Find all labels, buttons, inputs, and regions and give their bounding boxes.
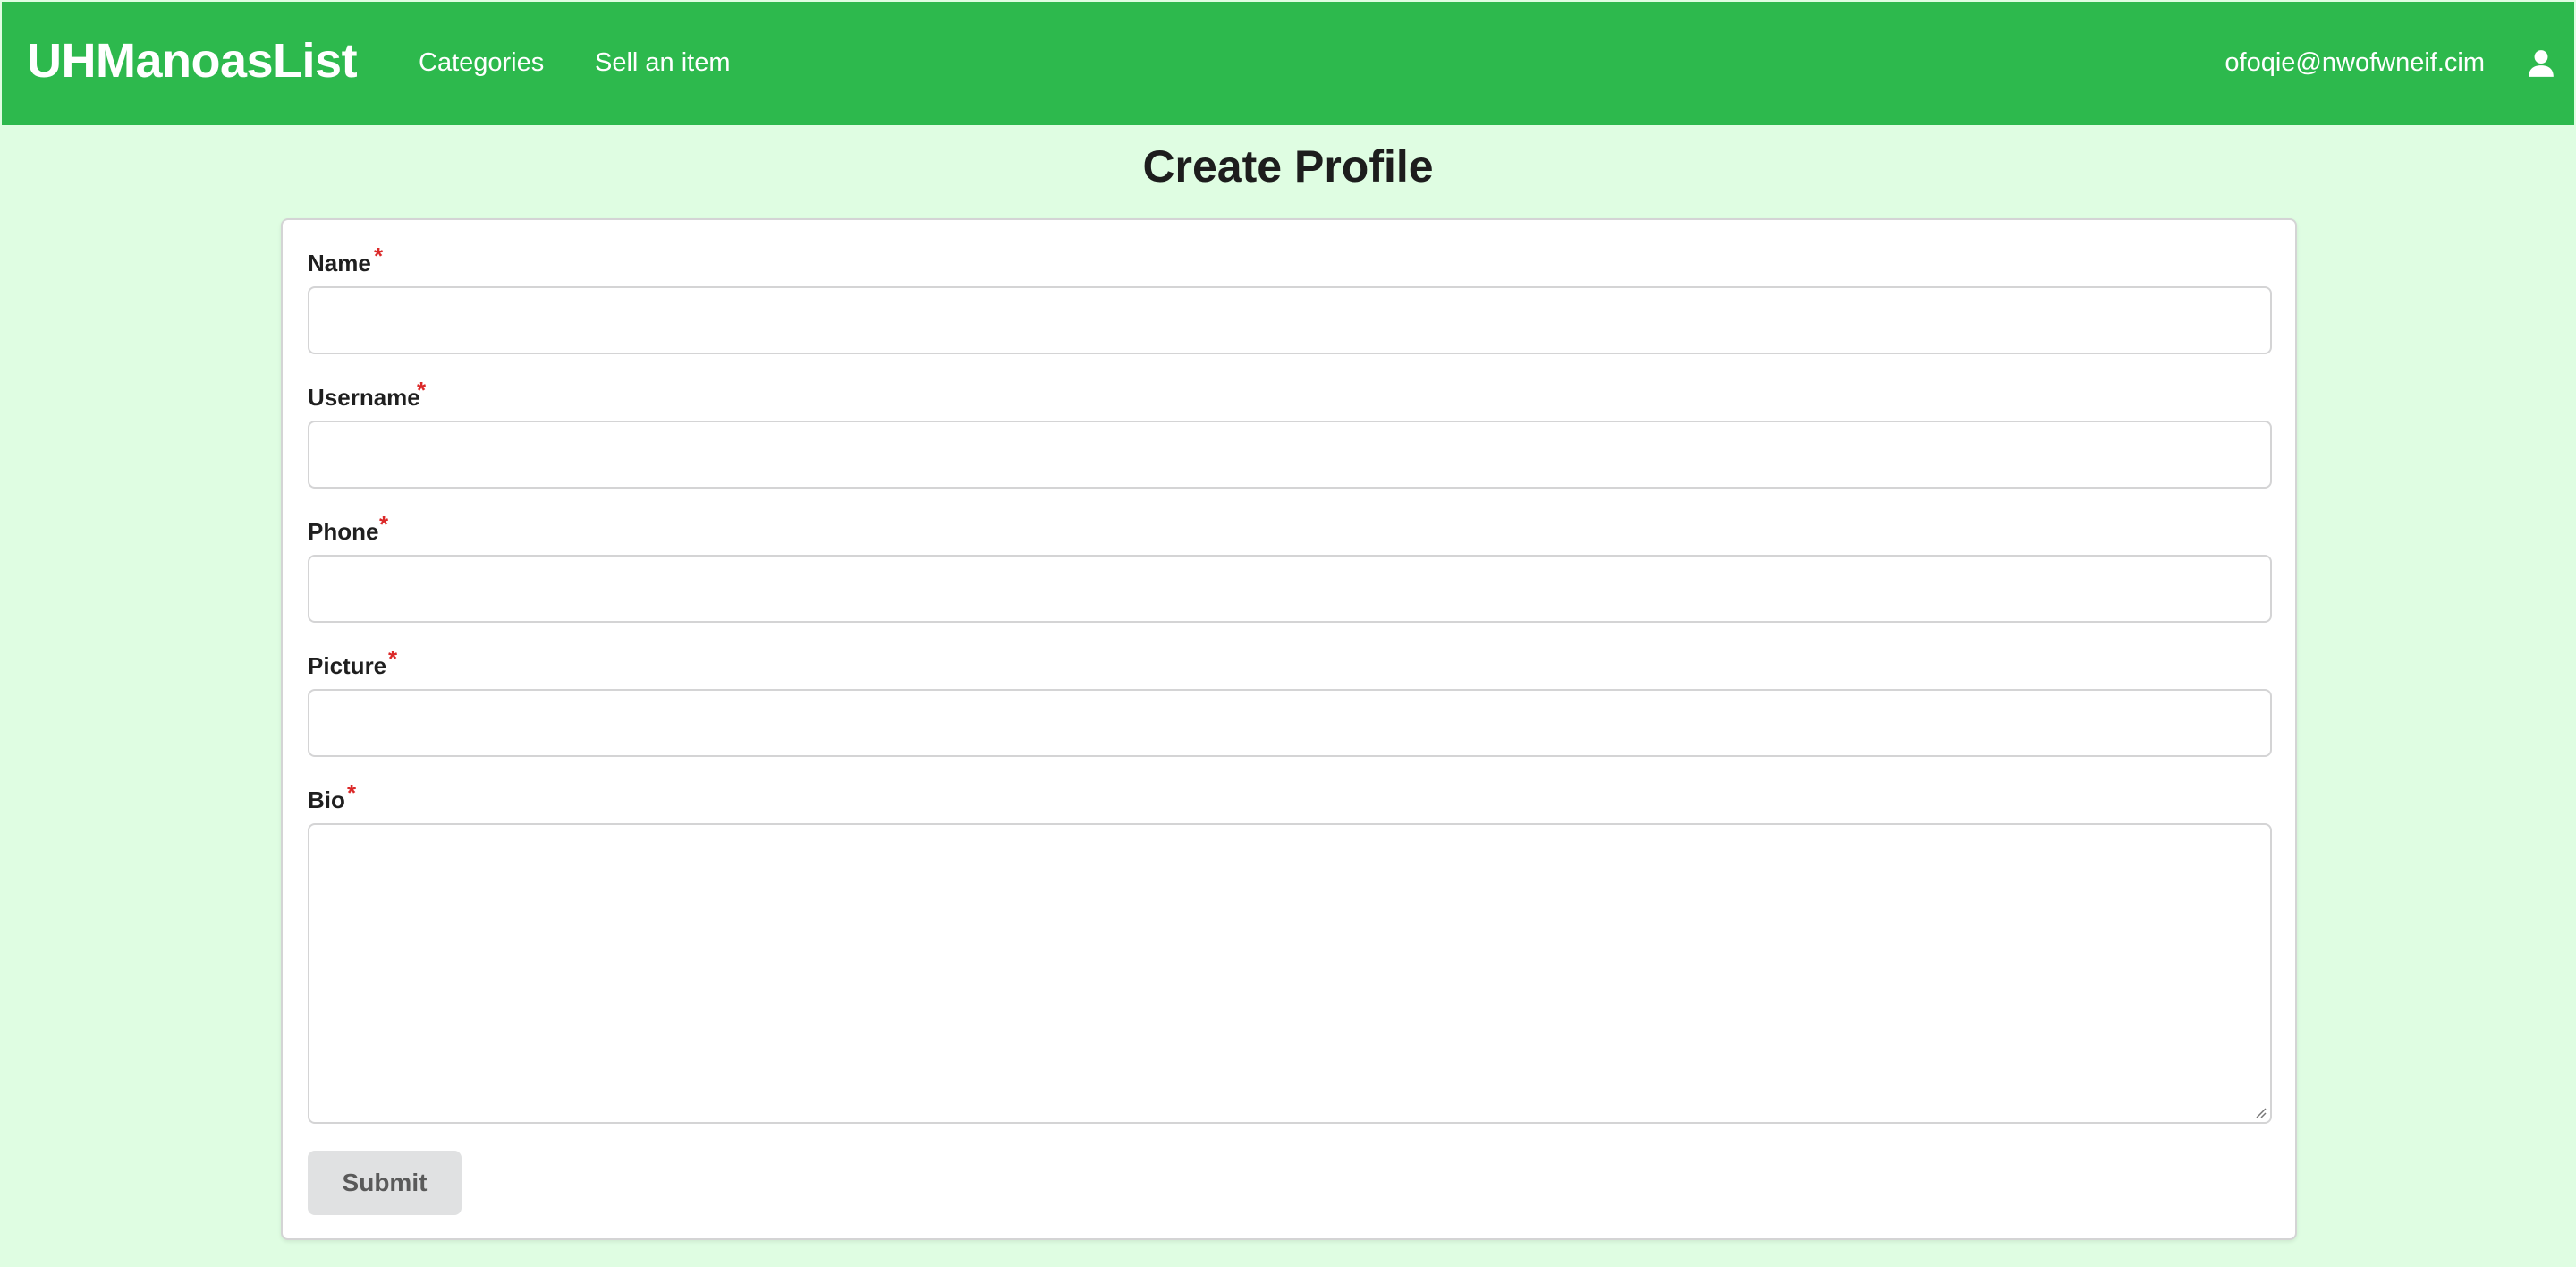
required-marker: *	[388, 645, 398, 672]
name-label: Name *	[308, 242, 383, 281]
required-marker: *	[374, 242, 384, 269]
username-input[interactable]	[308, 421, 2272, 489]
page-title: Create Profile	[1142, 141, 1434, 191]
submit-button[interactable]: Submit	[308, 1151, 462, 1215]
picture-input[interactable]	[308, 689, 2272, 757]
required-marker: *	[417, 377, 427, 404]
username-label: Username *	[308, 377, 426, 415]
username-label-text: Username	[308, 384, 420, 411]
required-marker: *	[347, 779, 357, 806]
bio-label: Bio *	[308, 779, 356, 818]
nav-categories[interactable]: Categories	[419, 45, 544, 81]
bio-textarea[interactable]	[308, 823, 2272, 1124]
user-icon[interactable]	[2526, 48, 2556, 79]
phone-label-text: Phone	[308, 518, 379, 545]
resize-grip-icon[interactable]	[2252, 1104, 2267, 1118]
name-input[interactable]	[308, 286, 2272, 354]
required-marker: *	[379, 511, 389, 538]
bio-label-text: Bio	[308, 787, 345, 813]
picture-label-text: Picture	[308, 652, 387, 679]
user-email-menu[interactable]: ofoqie@nwofwneif.cim	[2224, 45, 2485, 81]
nav-sell-item[interactable]: Sell an item	[595, 45, 731, 81]
top-navbar: UHManoasList Categories Sell an item ofo…	[2, 2, 2574, 125]
brand-logo[interactable]: UHManoasList	[27, 29, 358, 93]
phone-label: Phone *	[308, 511, 388, 549]
profile-form-card: Name * Username * Phone * Picture * Bio …	[281, 218, 2297, 1240]
name-label-text: Name	[308, 250, 371, 276]
picture-label: Picture *	[308, 645, 397, 684]
phone-input[interactable]	[308, 555, 2272, 623]
